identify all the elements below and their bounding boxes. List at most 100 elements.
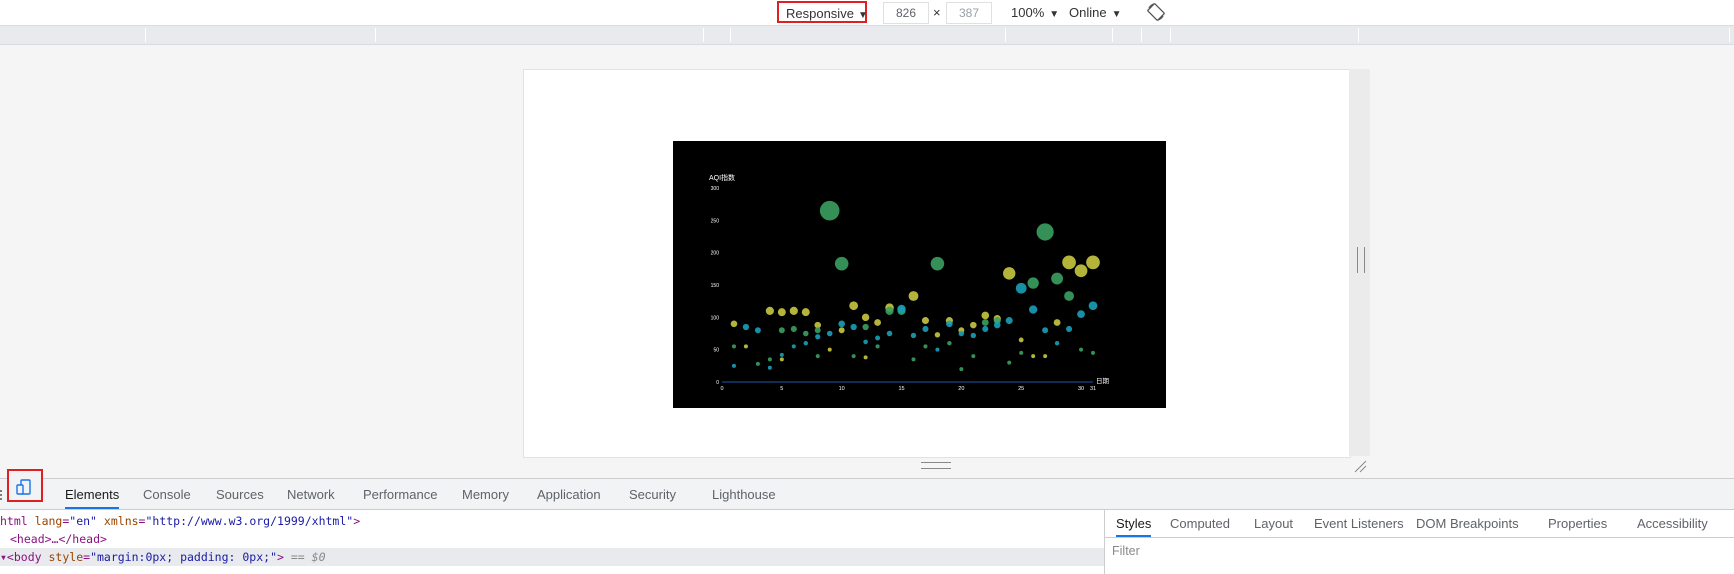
data-point[interactable]	[1077, 310, 1085, 318]
data-point[interactable]	[791, 344, 796, 349]
data-point[interactable]	[1015, 282, 1027, 294]
data-point[interactable]	[875, 335, 881, 341]
data-point[interactable]	[1007, 360, 1012, 365]
data-point[interactable]	[730, 320, 738, 328]
data-point[interactable]	[861, 313, 870, 322]
tab-lighthouse[interactable]: Lighthouse	[712, 479, 776, 509]
data-point[interactable]	[935, 347, 940, 352]
data-point[interactable]	[850, 323, 857, 331]
data-point[interactable]	[886, 330, 893, 337]
data-point[interactable]	[1043, 354, 1048, 359]
data-point[interactable]	[779, 357, 784, 362]
dom-node-head[interactable]: <head>…</head>	[10, 530, 107, 548]
data-point[interactable]	[1088, 301, 1098, 311]
zoom-select[interactable]: 100% ▼	[1011, 0, 1059, 25]
data-point[interactable]	[803, 340, 808, 346]
data-point[interactable]	[1064, 291, 1074, 301]
data-point[interactable]	[849, 301, 859, 311]
tab-network[interactable]: Network	[287, 479, 335, 509]
data-point[interactable]	[1054, 340, 1060, 346]
dom-node-body[interactable]: ▾<body style="margin:0px; padding: 0px;"…	[0, 548, 1104, 566]
data-point[interactable]	[1051, 272, 1064, 285]
data-point[interactable]	[790, 325, 797, 333]
styles-tab-accessibility[interactable]: Accessibility	[1637, 510, 1708, 537]
data-point[interactable]	[958, 330, 965, 337]
device-select[interactable]: Responsive ▼	[777, 1, 868, 23]
tab-application[interactable]: Application	[537, 479, 601, 509]
data-point[interactable]	[1003, 267, 1016, 280]
data-point[interactable]	[1066, 325, 1073, 333]
data-point[interactable]	[1079, 347, 1084, 352]
tab-sources[interactable]: Sources	[216, 479, 264, 509]
data-point[interactable]	[754, 327, 761, 334]
resize-corner-icon[interactable]	[1352, 458, 1368, 474]
data-point[interactable]	[819, 200, 840, 221]
data-point[interactable]	[789, 306, 798, 315]
data-point[interactable]	[731, 363, 736, 368]
data-point[interactable]	[863, 355, 868, 360]
data-point[interactable]	[981, 319, 989, 326]
tab-memory[interactable]: Memory	[462, 479, 509, 509]
styles-tab-computed[interactable]: Computed	[1170, 510, 1230, 537]
data-point[interactable]	[834, 256, 849, 271]
data-point[interactable]	[838, 327, 845, 334]
data-point[interactable]	[862, 323, 869, 331]
data-point[interactable]	[908, 291, 919, 301]
styles-tab-dom-breakpoints[interactable]: DOM Breakpoints	[1416, 510, 1519, 537]
data-point[interactable]	[815, 354, 820, 359]
data-point[interactable]	[970, 321, 977, 329]
data-point[interactable]	[897, 304, 906, 314]
data-point[interactable]	[885, 306, 894, 315]
resize-handle-right[interactable]	[1349, 69, 1370, 456]
data-point[interactable]	[981, 311, 990, 320]
data-point[interactable]	[851, 354, 856, 359]
data-point[interactable]	[802, 330, 809, 337]
data-point[interactable]	[826, 330, 833, 337]
rotate-icon[interactable]	[1146, 2, 1166, 22]
data-point[interactable]	[1005, 317, 1013, 325]
data-point[interactable]	[1086, 255, 1100, 270]
data-point[interactable]	[863, 339, 868, 345]
data-point[interactable]	[801, 308, 810, 317]
tab-performance[interactable]: Performance	[363, 479, 437, 509]
data-point[interactable]	[1027, 277, 1039, 289]
data-point[interactable]	[1062, 255, 1076, 270]
data-point[interactable]	[1074, 264, 1088, 278]
styles-tab-layout[interactable]: Layout	[1254, 510, 1293, 537]
data-point[interactable]	[993, 321, 1001, 329]
data-point[interactable]	[777, 308, 786, 317]
data-point[interactable]	[910, 332, 917, 339]
styles-tab-styles[interactable]: Styles	[1116, 510, 1152, 537]
data-point[interactable]	[778, 327, 785, 334]
data-point[interactable]	[742, 323, 750, 331]
data-point[interactable]	[743, 344, 748, 349]
network-throttle-select[interactable]: Online ▼	[1069, 0, 1121, 25]
data-point[interactable]	[911, 357, 916, 362]
data-point[interactable]	[1031, 354, 1036, 359]
viewport-width-input[interactable]: 826	[883, 2, 929, 24]
toggle-device-toolbar-button[interactable]	[7, 469, 43, 502]
data-point[interactable]	[921, 317, 929, 325]
data-point[interactable]	[1019, 350, 1024, 355]
data-point[interactable]	[875, 344, 880, 349]
dom-node-html[interactable]: html lang="en" xmlns="http://www.w3.org/…	[0, 512, 360, 530]
data-point[interactable]	[814, 327, 821, 334]
resize-handle-bottom[interactable]	[523, 456, 1349, 478]
data-point[interactable]	[930, 256, 945, 271]
tab-security[interactable]: Security	[629, 479, 676, 509]
data-point[interactable]	[765, 306, 774, 315]
data-point[interactable]	[838, 320, 846, 328]
data-point[interactable]	[1053, 319, 1061, 326]
styles-tab-properties[interactable]: Properties	[1548, 510, 1607, 537]
data-point[interactable]	[731, 344, 737, 349]
tab-elements[interactable]: Elements	[65, 479, 120, 509]
data-point[interactable]	[1036, 223, 1054, 241]
data-point[interactable]	[767, 357, 772, 362]
data-point[interactable]	[1042, 327, 1049, 334]
data-point[interactable]	[767, 365, 772, 370]
data-point[interactable]	[959, 367, 964, 372]
data-point[interactable]	[923, 344, 928, 349]
data-point[interactable]	[1018, 337, 1024, 343]
data-point[interactable]	[1091, 350, 1095, 355]
more-options-icon[interactable]	[0, 488, 3, 500]
